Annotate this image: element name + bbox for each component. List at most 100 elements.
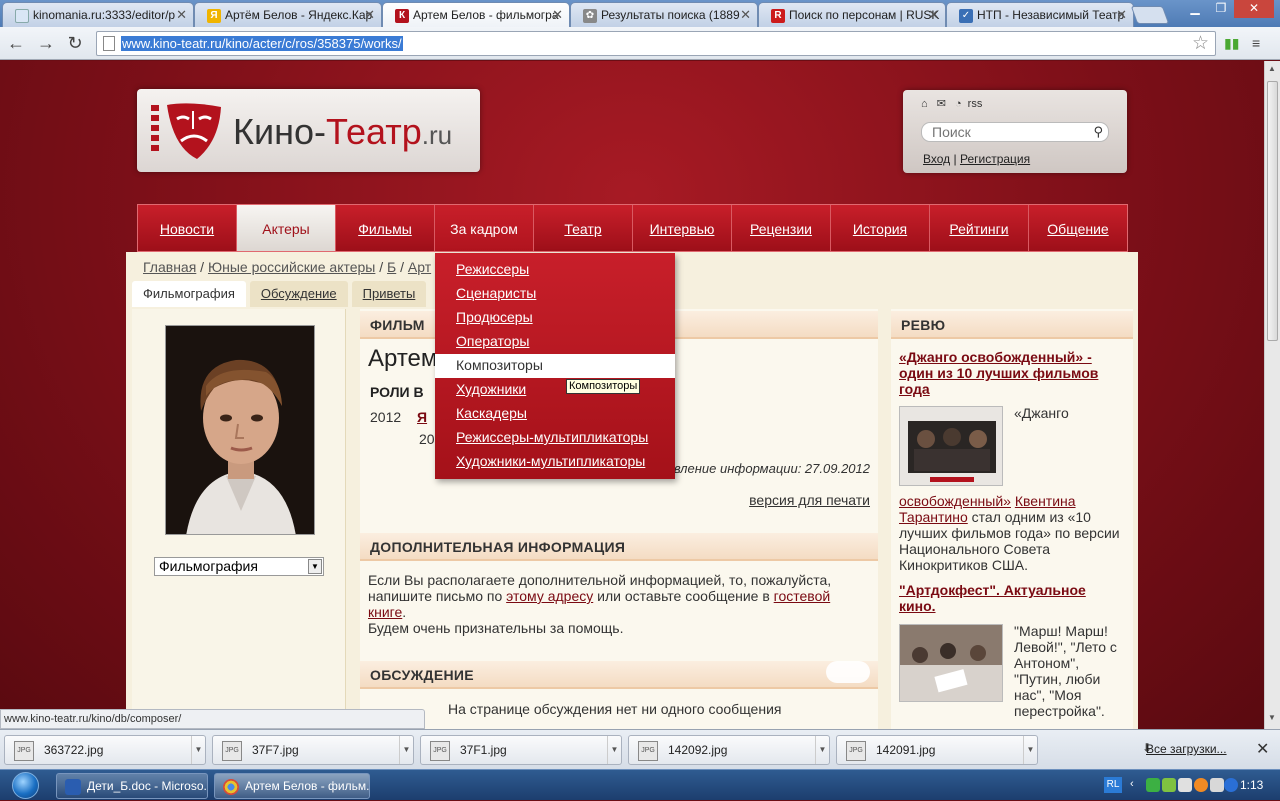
nav-films[interactable]: Фильмы — [336, 205, 435, 251]
home-icon[interactable]: ⌂ — [921, 98, 928, 110]
minimize-icon[interactable]: ▁ — [1182, 0, 1208, 18]
role-film-link[interactable]: Я — [417, 409, 427, 425]
menu-animation-artists[interactable]: Художники-мультипликаторы — [435, 450, 675, 474]
close-tab-icon[interactable]: ✕ — [364, 7, 375, 23]
tab-yandex-maps[interactable]: Я Артём Белов - Яндекс.Кар ✕ — [194, 2, 382, 27]
register-link[interactable]: Регистрация — [960, 152, 1030, 166]
yandex-icon: Я — [207, 9, 221, 23]
tab-discussion[interactable]: Обсуждение — [249, 281, 348, 307]
vertical-scrollbar[interactable]: ▲ ▼ — [1264, 61, 1280, 729]
login-link[interactable]: Вход — [923, 152, 950, 166]
print-version-link[interactable]: версия для печати — [749, 492, 870, 508]
tray-expand-icon[interactable]: ‹ — [1130, 778, 1144, 792]
breadcrumb-letter[interactable]: Б — [387, 259, 396, 275]
url-text[interactable]: www.kino-teatr.ru/kino/acter/c/ros/35837… — [121, 36, 403, 51]
scrollbar-thumb[interactable] — [1267, 81, 1278, 341]
review-artdocfest-title[interactable]: "Артдокфест". Актуальное кино. — [899, 582, 1125, 614]
tray-icon-lime[interactable] — [1162, 778, 1176, 792]
filmography-select[interactable]: Фильмография ▼ — [154, 557, 324, 576]
bluetooth-icon[interactable] — [1224, 778, 1238, 792]
volume-icon[interactable] — [1210, 778, 1224, 792]
actor-photo[interactable] — [165, 325, 315, 535]
close-tab-icon[interactable]: ✕ — [552, 7, 563, 23]
scroll-down-icon[interactable]: ▼ — [1268, 713, 1276, 722]
start-button[interactable] — [4, 770, 46, 801]
download-item[interactable]: JPG 142091.jpg ▼ — [836, 735, 1038, 765]
menu-cinematographers[interactable]: Операторы — [435, 330, 675, 354]
close-tab-icon[interactable]: ✕ — [1116, 7, 1127, 23]
review-django-link-b[interactable]: освобожденный» — [899, 493, 1011, 509]
menu-directors[interactable]: Режиссеры — [435, 258, 675, 282]
nav-ratings[interactable]: Рейтинги — [930, 205, 1029, 251]
search-icon[interactable]: ⚲ — [1093, 124, 1103, 140]
review-django-link-a[interactable]: «Джанго — [1014, 405, 1069, 421]
scroll-up-icon[interactable]: ▲ — [1268, 64, 1276, 73]
download-item[interactable]: JPG 142092.jpg ▼ — [628, 735, 830, 765]
nav-news[interactable]: Новости — [138, 205, 237, 251]
download-menu-icon[interactable]: ▼ — [815, 736, 829, 764]
new-tab-button[interactable] — [1130, 6, 1170, 24]
breadcrumb-current[interactable]: Арт — [408, 259, 431, 275]
close-tab-icon[interactable]: ✕ — [928, 7, 939, 23]
download-menu-icon[interactable]: ▼ — [1023, 736, 1037, 764]
menu-stuntmen[interactable]: Каскадеры — [435, 402, 675, 426]
tab-search-results[interactable]: ✿ Результаты поиска (1889 ✕ — [570, 2, 758, 27]
site-logo[interactable]: Кино-Театр.ru — [137, 89, 480, 172]
maximize-icon[interactable]: ❐ — [1208, 0, 1234, 18]
menu-screenwriters[interactable]: Сценаристы — [435, 282, 675, 306]
tab-ntp[interactable]: ✓ НТП - Независимый Театр ✕ — [946, 2, 1134, 27]
close-shelf-icon[interactable]: ✕ — [1256, 739, 1269, 759]
close-window-icon[interactable]: ✕ — [1234, 0, 1274, 18]
email-address-link[interactable]: этому адресу — [506, 588, 593, 604]
download-item[interactable]: JPG 363722.jpg ▼ — [4, 735, 206, 765]
jpg-file-icon: JPG — [846, 741, 866, 761]
nav-interviews[interactable]: Интервью — [633, 205, 732, 251]
extension-bars-icon[interactable]: ▮▮ — [1224, 35, 1239, 52]
tab-filmography[interactable]: Фильмография — [132, 281, 246, 307]
dropdown-arrow-icon[interactable]: ▼ — [308, 559, 322, 574]
menu-animation-directors[interactable]: Режиссеры-мультипликаторы — [435, 426, 675, 450]
tab-ruskino[interactable]: R Поиск по персонам | RUSK ✕ — [758, 2, 946, 27]
search-input[interactable] — [932, 124, 1082, 140]
download-menu-icon[interactable]: ▼ — [399, 736, 413, 764]
forward-icon[interactable]: → — [34, 32, 58, 54]
task-word[interactable]: Дети_Б.doc - Microso... — [56, 773, 208, 799]
menu-producers[interactable]: Продюсеры — [435, 306, 675, 330]
breadcrumb-young-actors[interactable]: Юные российские актеры — [208, 259, 375, 275]
django-poster[interactable] — [899, 406, 1003, 486]
reload-icon[interactable]: ↻ — [63, 32, 87, 54]
tab-greetings[interactable]: Приветы — [351, 281, 427, 307]
breadcrumb-home[interactable]: Главная — [143, 259, 196, 275]
review-django-title[interactable]: «Джанго освобожденный» - один из 10 лучш… — [899, 349, 1125, 397]
artdocfest-photo[interactable] — [899, 624, 1003, 702]
nav-community[interactable]: Общение — [1029, 205, 1127, 251]
task-chrome[interactable]: Артем Белов - фильм... — [214, 773, 370, 799]
system-tray: RL ‹ 1:13 — [1100, 770, 1280, 801]
menu-composers[interactable]: Композиторы — [435, 354, 675, 378]
tab-kino-teatr[interactable]: К Артем Белов - фильмогра ✕ — [382, 2, 570, 28]
tray-icon-orange[interactable] — [1194, 778, 1208, 792]
tab-kinomania-editor[interactable]: kinomania.ru:3333/editor/p ✕ — [2, 2, 194, 27]
language-indicator[interactable]: RL — [1104, 777, 1122, 793]
bookmark-star-icon[interactable]: ☆ — [1192, 32, 1209, 55]
download-menu-icon[interactable]: ▼ — [191, 736, 205, 764]
nav-history[interactable]: История — [831, 205, 930, 251]
rss-link[interactable]: ◔ rss — [955, 98, 988, 110]
nav-reviews[interactable]: Рецензии — [732, 205, 831, 251]
nav-theater[interactable]: Театр — [534, 205, 633, 251]
mail-icon[interactable]: ✉ — [937, 98, 946, 110]
download-menu-icon[interactable]: ▼ — [607, 736, 621, 764]
menu-icon[interactable]: ≡ — [1252, 35, 1260, 51]
download-item[interactable]: JPG 37F1.jpg ▼ — [420, 735, 622, 765]
tray-icon-green[interactable] — [1146, 778, 1160, 792]
clock[interactable]: 1:13 — [1240, 778, 1263, 792]
download-item[interactable]: JPG 37F7.jpg ▼ — [212, 735, 414, 765]
back-icon[interactable]: ← — [4, 32, 28, 54]
network-icon[interactable] — [1178, 778, 1192, 792]
address-bar[interactable]: www.kino-teatr.ru/kino/acter/c/ros/35837… — [96, 31, 1216, 56]
all-downloads-link[interactable]: Все загрузки... — [1146, 742, 1227, 756]
nav-actors[interactable]: Актеры — [237, 205, 336, 251]
close-tab-icon[interactable]: ✕ — [176, 7, 187, 23]
close-tab-icon[interactable]: ✕ — [740, 7, 751, 23]
nav-behind-scenes[interactable]: За кадром — [435, 205, 534, 251]
